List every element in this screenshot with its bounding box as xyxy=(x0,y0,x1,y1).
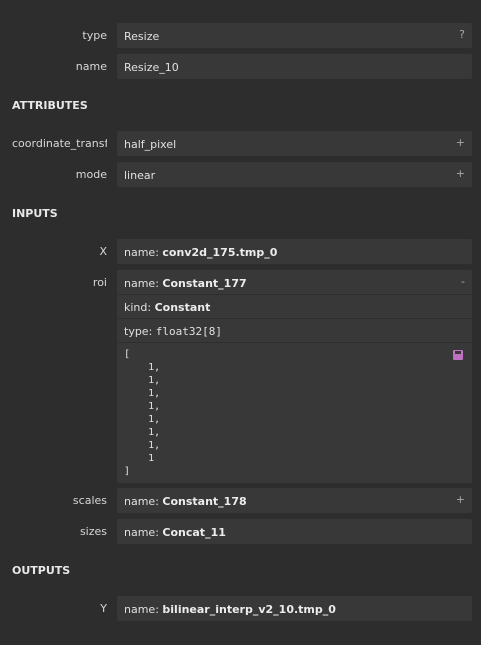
expand-button[interactable]: + xyxy=(456,136,465,149)
output-y-field[interactable]: name: bilinear_interp_v2_10.tmp_0 xyxy=(117,596,472,621)
expand-button[interactable]: + xyxy=(456,167,465,180)
output-y-label: Y xyxy=(100,602,107,615)
attribute-row-coordinate-transformation: coordinate_transf... half_pixel + xyxy=(0,131,481,156)
input-x-label: X xyxy=(99,245,107,258)
input-scales-field[interactable]: name: Constant_178 + xyxy=(117,488,472,513)
property-type-label: type xyxy=(82,29,107,42)
attribute-coordinate-transformation-field[interactable]: half_pixel + xyxy=(117,131,472,156)
attributes-section-title: ATTRIBUTES xyxy=(12,99,88,112)
attribute-row-mode: mode linear + xyxy=(0,162,481,187)
property-type-field[interactable]: Resize ? xyxy=(117,23,472,48)
attribute-mode-label: mode xyxy=(75,168,107,181)
output-row-y: Y name: bilinear_interp_v2_10.tmp_0 xyxy=(0,596,481,621)
input-row-x: X name: conv2d_175.tmp_0 xyxy=(0,239,481,264)
attribute-mode-field[interactable]: linear + xyxy=(117,162,472,187)
property-name-label: name xyxy=(75,60,107,73)
input-x-field[interactable]: name: conv2d_175.tmp_0 xyxy=(117,239,472,264)
input-scales-name: name: Constant_178 xyxy=(124,495,247,508)
input-roi-name: name: Constant_177 xyxy=(124,277,247,290)
attribute-coordinate-transformation-label: coordinate_transf... xyxy=(12,137,107,150)
property-type-row: type Resize ? xyxy=(0,23,481,48)
input-sizes-label: sizes xyxy=(79,525,107,538)
divider xyxy=(117,294,472,295)
collapse-button[interactable]: - xyxy=(461,275,465,288)
property-name-value: Resize_10 xyxy=(124,61,179,74)
tensor-value-view: [ 1, 1, 1, 1, 1, 1, 1, 1 ] xyxy=(124,348,160,478)
help-button[interactable]: ? xyxy=(459,28,465,41)
property-name-row: name Resize_10 xyxy=(0,54,481,79)
tensor-value-text: [ 1, 1, 1, 1, 1, 1, 1, 1 ] xyxy=(124,349,161,477)
input-sizes-name: name: Concat_11 xyxy=(124,526,226,539)
expand-button[interactable]: + xyxy=(456,493,465,506)
save-icon[interactable] xyxy=(453,350,463,360)
input-roi-field[interactable]: name: Constant_177 - kind: Constant type… xyxy=(117,270,472,483)
property-name-field[interactable]: Resize_10 xyxy=(117,54,472,79)
attribute-mode-value: linear xyxy=(124,169,156,182)
input-roi-type: type: float32[8] xyxy=(124,325,223,338)
input-sizes-field[interactable]: name: Concat_11 xyxy=(117,519,472,544)
output-y-name: name: bilinear_interp_v2_10.tmp_0 xyxy=(124,603,336,616)
input-row-sizes: sizes name: Concat_11 xyxy=(0,519,481,544)
input-roi-label: roi xyxy=(92,276,107,289)
property-type-value: Resize xyxy=(124,30,160,43)
divider xyxy=(117,318,472,319)
outputs-section-title: OUTPUTS xyxy=(12,564,71,577)
inputs-section-title: INPUTS xyxy=(12,207,58,220)
input-row-scales: scales name: Constant_178 + xyxy=(0,488,481,513)
input-x-name: name: conv2d_175.tmp_0 xyxy=(124,246,278,259)
input-scales-label: scales xyxy=(72,494,107,507)
attribute-coordinate-transformation-value: half_pixel xyxy=(124,138,177,151)
input-row-roi: roi name: Constant_177 - kind: Constant … xyxy=(0,270,481,483)
input-roi-kind: kind: Constant xyxy=(124,301,211,314)
divider xyxy=(117,342,472,343)
